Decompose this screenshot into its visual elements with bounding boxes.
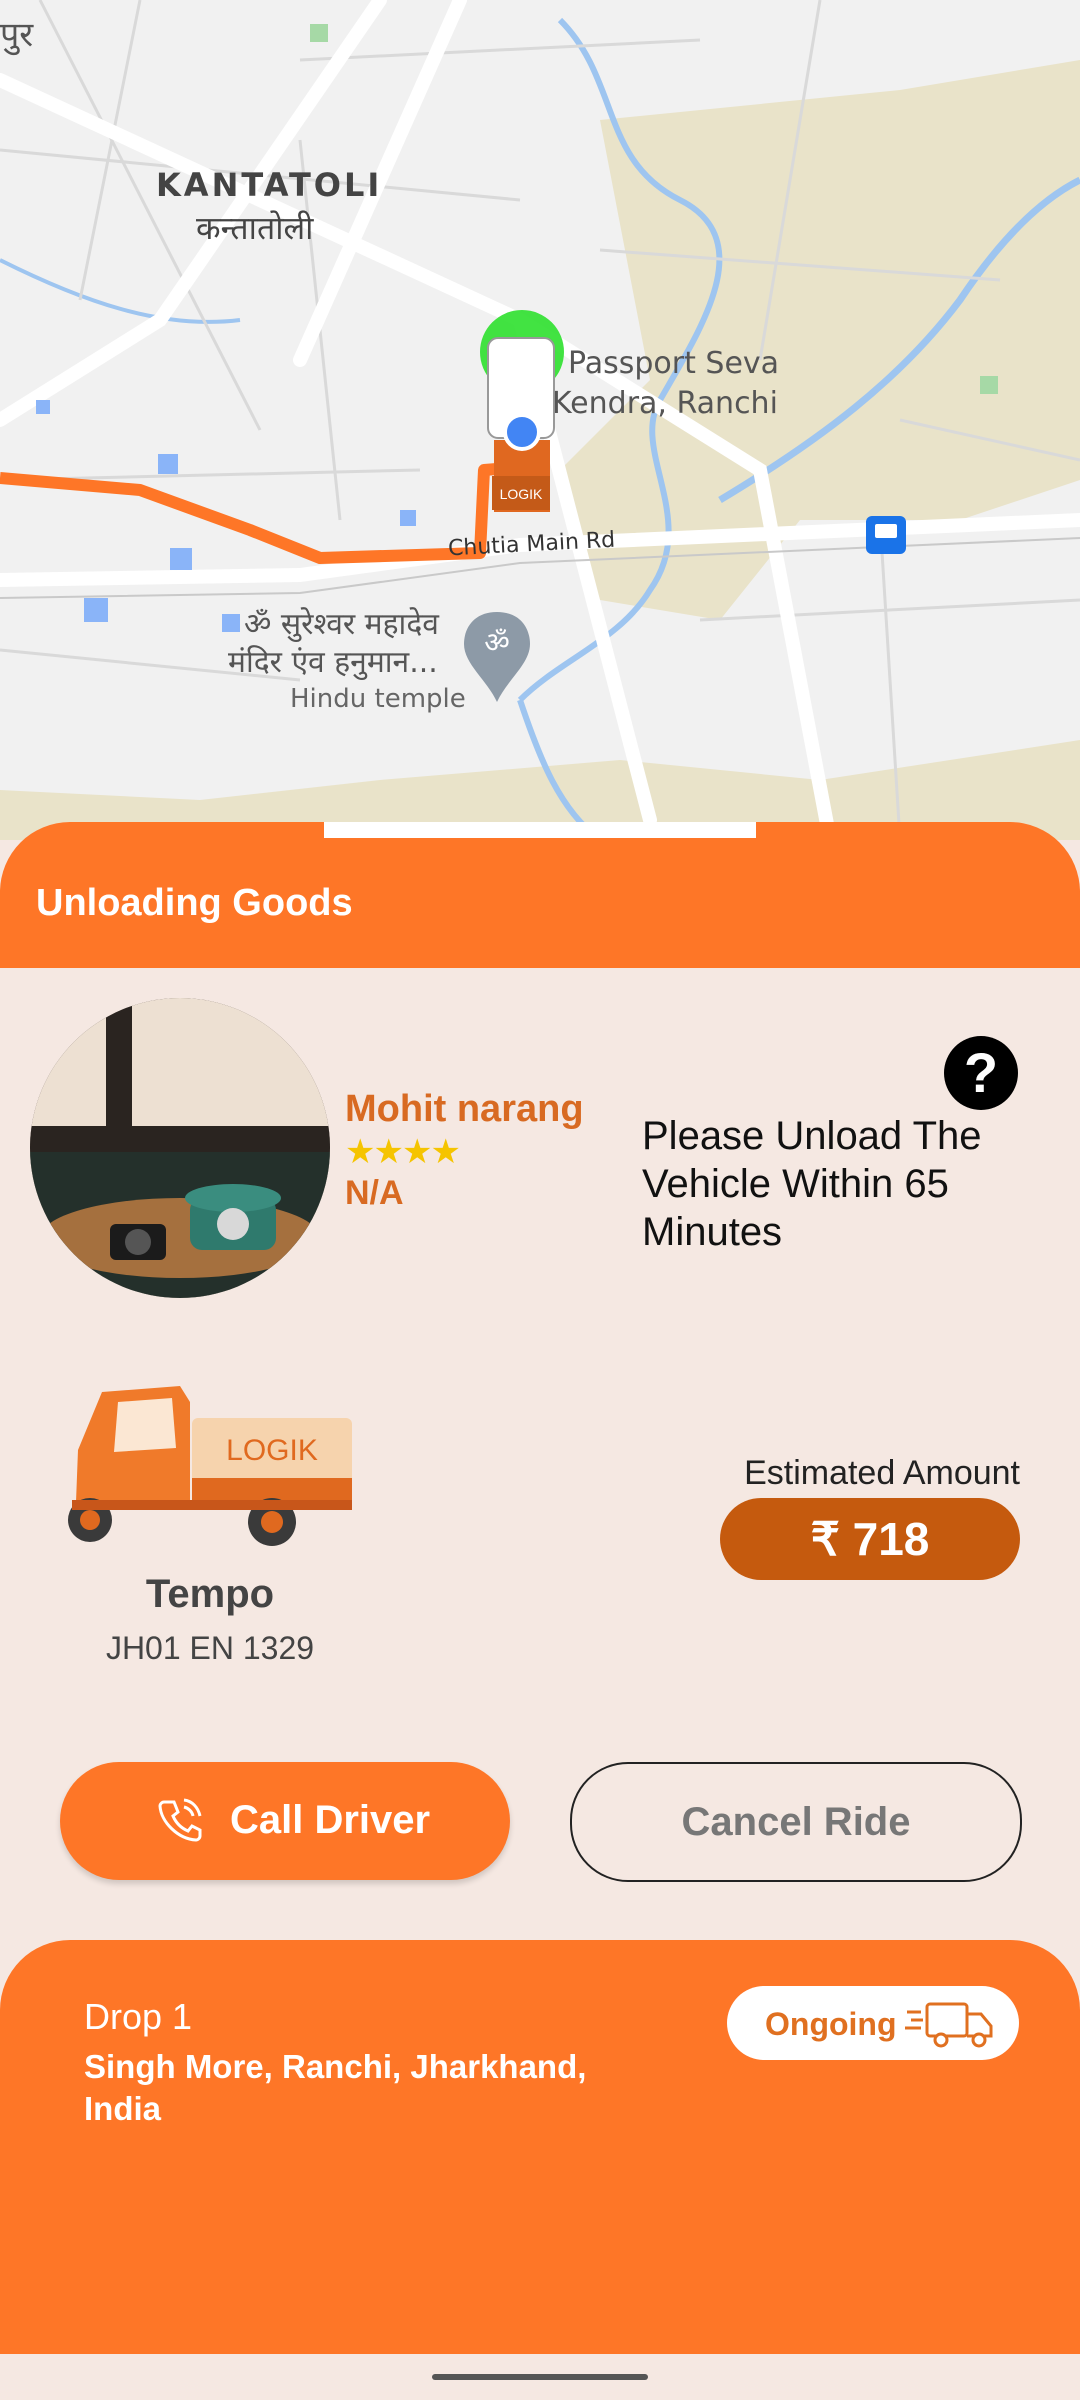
question-circle-icon[interactable]: ? — [944, 1036, 1018, 1110]
drop-status-text: Ongoing — [765, 2006, 897, 2042]
call-driver-button[interactable]: Call Driver — [60, 1762, 510, 1880]
drop-title: Drop 1 — [84, 1996, 193, 2037]
cancel-ride-button[interactable]: Cancel Ride — [570, 1762, 1022, 1882]
estimated-amount-badge: ₹ 718 — [720, 1498, 1020, 1580]
vehicle-plate: JH01 EN 1329 — [105, 1630, 315, 1666]
ride-details-sheet: Unloading Goods Mohit narang ★★★★ N/A ? … — [0, 822, 1080, 2354]
map-label-corner: पुर — [0, 15, 34, 55]
phone-icon — [156, 1796, 204, 1854]
drop-address: Singh More, Ranchi, Jharkhand, India — [84, 2048, 587, 2127]
drop-status-badge: Ongoing — [727, 1986, 1019, 2060]
map-canvas: ॐ LOGIK — [0, 0, 1080, 840]
map-label-passport-2: Kendra, Ranchi — [552, 386, 778, 421]
driver-avatar — [30, 998, 330, 1298]
tempo-vehicle-image: LOGIK — [62, 1372, 358, 1562]
drop-card: Drop 1 Singh More, Ranchi, Jharkhand, In… — [0, 1940, 1080, 2354]
home-gesture-pill[interactable] — [432, 2374, 648, 2380]
status-header: Unloading Goods — [0, 822, 1080, 968]
delivery-truck-icon — [903, 1998, 995, 2055]
status-title: Unloading Goods — [36, 882, 353, 924]
call-driver-label: Call Driver — [230, 1798, 431, 1842]
map-label-temple-3: Hindu temple — [290, 684, 466, 714]
unload-instruction: Please Unload The Vehicle Within 65 Minu… — [642, 1114, 982, 1254]
estimated-amount-label: Estimated Amount — [744, 1454, 1020, 1492]
map-label-passport-1: Passport Seva — [568, 346, 780, 381]
driver-subtitle: N/A — [345, 1174, 404, 1212]
map-view[interactable]: ॐ LOGIK पुर KANTATOLI कन्तातोली Passport… — [0, 0, 1080, 840]
sheet-drag-handle[interactable] — [324, 822, 756, 838]
map-truck-brand: LOGIK — [500, 486, 543, 502]
driver-rating-stars: ★★★★ — [345, 1133, 461, 1171]
tempo-brand-text: LOGIK — [226, 1434, 318, 1467]
driver-name: Mohit narang — [345, 1088, 584, 1130]
map-label-kantatoli-hindi: कन्तातोली — [196, 209, 314, 247]
map-label-temple-1: ॐ सुरेश्वर महादेव — [244, 607, 439, 642]
vehicle-type: Tempo — [145, 1572, 275, 1616]
map-label-kantatoli: KANTATOLI — [156, 166, 383, 204]
svg-text:ॐ: ॐ — [484, 626, 510, 659]
map-label-temple-2: मंदिर एंव हनुमान... — [228, 645, 438, 680]
